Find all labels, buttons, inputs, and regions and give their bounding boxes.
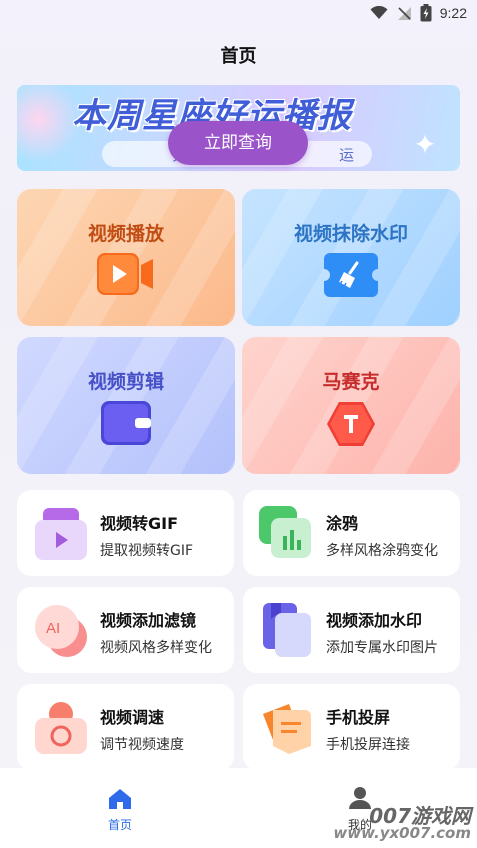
screen-cast-card[interactable]: 手机投屏 手机投屏连接 bbox=[243, 684, 460, 770]
watermark-line1: 007游戏网 bbox=[369, 804, 471, 828]
status-icons: 9:22 bbox=[370, 4, 467, 22]
doodle-subtitle: 多样风格涂鸦变化 bbox=[326, 543, 438, 559]
mosaic-label: 马赛克 bbox=[322, 371, 380, 393]
add-watermark-card[interactable]: 视频添加水印 添加专属水印图片 bbox=[243, 587, 460, 673]
doodle-card[interactable]: 涂鸦 多样风格涂鸦变化 bbox=[243, 490, 460, 576]
remove-watermark-label: 视频抹除水印 bbox=[293, 223, 408, 245]
video-to-gif-card[interactable]: 视频转GIF 提取视频转GIF bbox=[17, 490, 234, 576]
video-play-icon bbox=[97, 253, 153, 295]
bottom-nav: 首页 我的 007游戏网 www.yx007.com bbox=[0, 768, 477, 848]
video-edit-label: 视频剪辑 bbox=[87, 371, 164, 393]
video-to-gif-title: 视频转GIF bbox=[100, 514, 179, 533]
speed-adjust-subtitle: 调节视频速度 bbox=[100, 737, 184, 753]
wallet-icon bbox=[101, 401, 151, 445]
site-watermark: 007游戏网 www.yx007.com bbox=[333, 804, 471, 842]
svg-text:AI: AI bbox=[46, 620, 60, 637]
mosaic-card[interactable]: 马赛克 bbox=[242, 337, 460, 474]
hexagon-t-icon bbox=[327, 402, 375, 446]
bookmark-doc-icon bbox=[263, 603, 311, 657]
remove-watermark-card[interactable]: 视频抹除水印 bbox=[242, 189, 460, 326]
page-title: 首页 bbox=[220, 46, 257, 67]
screen-cast-subtitle: 手机投屏连接 bbox=[326, 737, 410, 753]
video-play-label: 视频播放 bbox=[87, 223, 164, 245]
gif-play-icon bbox=[35, 508, 87, 560]
doodle-title: 涂鸦 bbox=[326, 514, 359, 533]
wifi-icon bbox=[370, 6, 388, 19]
add-watermark-title: 视频添加水印 bbox=[326, 611, 423, 630]
screen-cast-title: 手机投屏 bbox=[326, 708, 391, 727]
add-filter-subtitle: 视频风格多样变化 bbox=[100, 640, 212, 656]
add-filter-title: 视频添加滤镜 bbox=[100, 611, 197, 630]
nav-home[interactable]: 首页 bbox=[95, 788, 145, 833]
doodle-chart-icon bbox=[259, 506, 311, 558]
watermark-line2: www.yx007.com bbox=[333, 824, 471, 842]
add-watermark-subtitle: 添加专属水印图片 bbox=[326, 640, 438, 656]
nav-home-label: 首页 bbox=[107, 818, 132, 832]
query-now-button[interactable]: 立即查询 bbox=[168, 121, 308, 165]
status-time: 9:22 bbox=[439, 5, 467, 21]
sparkle-icon: ✦ bbox=[413, 128, 437, 161]
speed-adjust-card[interactable]: 视频调速 调节视频速度 bbox=[17, 684, 234, 770]
video-edit-card[interactable]: 视频剪辑 bbox=[17, 337, 235, 474]
speed-camera-icon bbox=[35, 702, 87, 754]
cast-screen-icon bbox=[263, 704, 311, 754]
speed-adjust-title: 视频调速 bbox=[100, 708, 165, 727]
video-play-card[interactable]: 视频播放 bbox=[17, 189, 235, 326]
ai-filter-icon: AI bbox=[35, 605, 87, 657]
home-icon bbox=[109, 789, 131, 809]
status-bar: 9:22 bbox=[0, 0, 477, 28]
broom-ticket-icon bbox=[324, 253, 378, 297]
add-filter-card[interactable]: AI 视频添加滤镜 视频风格多样变化 bbox=[17, 587, 234, 673]
banner-subtitle-right: 运 bbox=[338, 145, 354, 164]
video-to-gif-subtitle: 提取视频转GIF bbox=[100, 543, 194, 559]
battery-charging-icon bbox=[420, 4, 432, 22]
signal-off-icon bbox=[397, 7, 411, 20]
